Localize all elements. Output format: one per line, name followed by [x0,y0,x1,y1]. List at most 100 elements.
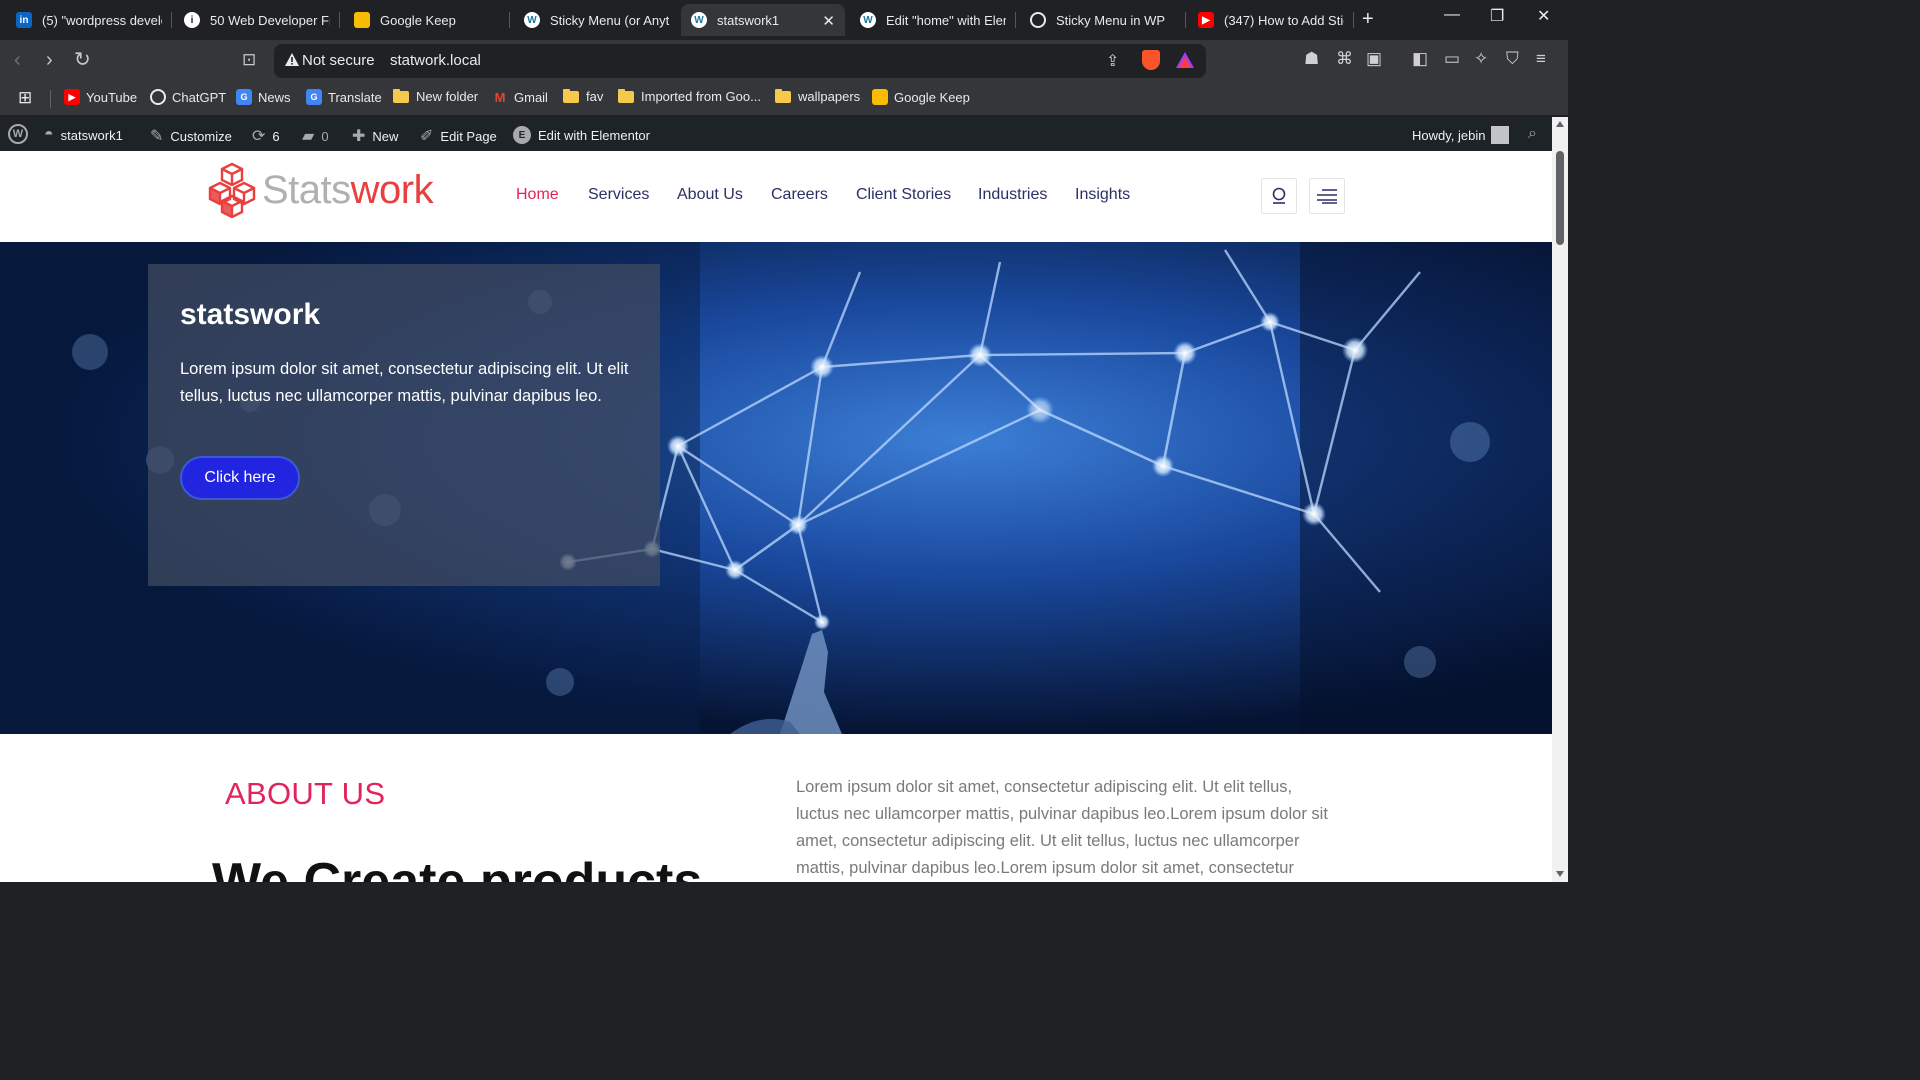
reload-icon[interactable]: ↻ [74,48,91,72]
folder-icon [618,88,634,103]
brave-shield-icon[interactable] [1142,50,1160,70]
nav-services[interactable]: Services [588,186,649,204]
address-bar[interactable]: Not secure statwork.local ⇪ [274,44,1206,78]
nav-client-stories[interactable]: Client Stories [856,186,951,204]
apps-icon[interactable]: ⊞ [18,88,32,108]
wordpress-icon: W [860,12,876,28]
tab-sticky-menu-wp[interactable]: Sticky Menu in WP [1020,4,1186,36]
back-icon[interactable]: ‹ [14,48,21,72]
bookmark-wallpapers[interactable]: wallpapers [775,88,861,104]
bookmark-label: Google Keep [894,89,970,105]
bookmark-news[interactable]: G News [236,89,291,105]
new-tab-icon[interactable]: + [1362,8,1374,31]
hero-section: statswork Lorem ipsum dolor sit amet, co… [0,242,1552,734]
wp-site-label: statswork1 [60,127,123,143]
wallet-avatar-icon[interactable]: ☗ [1304,49,1319,69]
site-logo[interactable]: Statswork [206,161,434,219]
security-label[interactable]: Not secure [302,52,375,69]
menu-icon[interactable]: ≡ [1536,49,1546,69]
tab-statswork1[interactable]: W statswork1 ✕ [681,4,845,36]
bookmark-icon[interactable]: ⊡ [242,48,256,72]
close-tab-icon[interactable]: ✕ [822,12,835,30]
tab-google-keep[interactable]: Google Keep [344,4,510,36]
site-search-button[interactable] [1261,178,1297,214]
bookmark-gmail[interactable]: M Gmail [492,89,548,105]
about-section: ABOUT US We Create products Lorem ipsum … [0,734,1552,882]
forward-icon[interactable]: › [46,48,53,72]
brave-rewards-icon[interactable] [1176,52,1194,68]
wp-logo[interactable]: W [8,124,28,144]
folder-icon [775,88,791,103]
gmail-icon: M [494,89,506,105]
nav-home[interactable]: Home [516,186,559,204]
nav-about-us[interactable]: About Us [677,186,743,204]
wp-edit-page-label: Edit Page [440,128,497,144]
leo-ai-icon[interactable]: ✧ [1474,49,1488,69]
bookmark-label: Gmail [514,89,548,105]
wp-site-name[interactable]: ◓ statswork1 [44,126,123,144]
wp-customize[interactable]: ✎ Customize [150,126,232,146]
hero-card: statswork Lorem ipsum dolor sit amet, co… [148,264,660,586]
nav-industries[interactable]: Industries [978,186,1047,204]
bookmark-label: wallpapers [798,89,861,104]
window-close-icon[interactable]: ✕ [1537,6,1550,26]
bookmark-label: YouTube [86,89,138,105]
wp-edit-elementor[interactable]: E Edit with Elementor [513,126,650,144]
tab-separator [339,12,340,28]
scroll-up-icon[interactable] [1556,121,1564,127]
bookmark-fav[interactable]: fav [563,88,603,104]
nav-careers[interactable]: Careers [771,186,828,204]
tab-youtube-video[interactable]: ▶ (347) How to Add Stic [1188,4,1354,36]
wp-admin-bar: W ◓ statswork1 ✎ Customize ⟳ 6 ▰ 0 ✚ New… [0,117,1552,151]
folder-icon [563,88,579,103]
youtube-icon: ▶ [64,89,80,105]
wp-new[interactable]: ✚ New [352,126,398,146]
page-scrollbar[interactable] [1552,117,1568,882]
info-icon: i [184,12,200,28]
wallet-icon[interactable]: ▭ [1444,49,1460,69]
tab-edit-home[interactable]: W Edit "home" with Elem [850,4,1016,36]
bookmarks-bar: ⊞ ▶ YouTube ChatGPT G News G Translate N… [0,82,1568,116]
scrollbar-thumb[interactable] [1556,151,1564,245]
scroll-down-icon[interactable] [1556,871,1564,877]
wp-customize-label: Customize [170,128,232,144]
linkedin-icon: in [16,12,32,28]
extensions-icon[interactable]: ⌘ [1336,49,1353,69]
bookmark-translate[interactable]: G Translate [306,89,382,105]
site-header: Statswork Home Services About Us Careers… [0,151,1552,242]
click-here-button[interactable]: Click here [180,456,300,500]
search-icon[interactable]: ⌕ [1528,125,1537,143]
tab-title: (347) How to Add Stic [1224,12,1344,28]
bookmark-new-folder[interactable]: New folder [393,88,478,104]
dashboard-icon: ◓ [44,126,54,143]
url-text[interactable]: statwork.local [390,52,481,69]
nav-insights[interactable]: Insights [1075,186,1130,204]
minimize-icon[interactable]: — [1444,6,1460,24]
bookmark-google-keep[interactable]: Google Keep [872,89,970,105]
sidebar-icon[interactable]: ◧ [1412,49,1428,69]
wp-account[interactable]: Howdy, jebin [1412,126,1510,144]
screenshot-icon[interactable]: ▣ [1366,49,1382,69]
wp-howdy-label: Howdy, jebin [1412,127,1486,143]
bookmark-youtube[interactable]: ▶ YouTube [64,89,137,105]
wp-updates-count: 6 [272,128,280,144]
about-heading: We Create products [212,853,703,882]
tab-sticky-menu[interactable]: W Sticky Menu (or Anyth [514,4,680,36]
tab-linkedin[interactable]: in (5) "wordpress develo [6,4,172,36]
wp-new-label: New [372,128,399,144]
bookmark-label: News [258,89,291,105]
share-icon[interactable]: ⇪ [1106,51,1119,71]
bookmark-imported[interactable]: Imported from Goo... [618,88,761,104]
tab-title: 50 Web Developer Fre [210,12,330,28]
wp-comments[interactable]: ▰ 0 [302,126,329,146]
comment-icon: ▰ [302,128,315,145]
vpn-icon[interactable]: ⛉ [1506,49,1519,69]
restore-icon[interactable]: ❐ [1490,6,1504,26]
tab-web-developer[interactable]: i 50 Web Developer Fre [174,4,340,36]
wp-edit-elementor-label: Edit with Elementor [538,127,650,143]
wp-edit-page[interactable]: ✐ Edit Page [420,126,497,146]
hamburger-menu-button[interactable] [1309,178,1345,214]
wp-updates[interactable]: ⟳ 6 [252,126,280,146]
bookmark-chatgpt[interactable]: ChatGPT [150,89,226,105]
openai-icon [150,89,166,105]
